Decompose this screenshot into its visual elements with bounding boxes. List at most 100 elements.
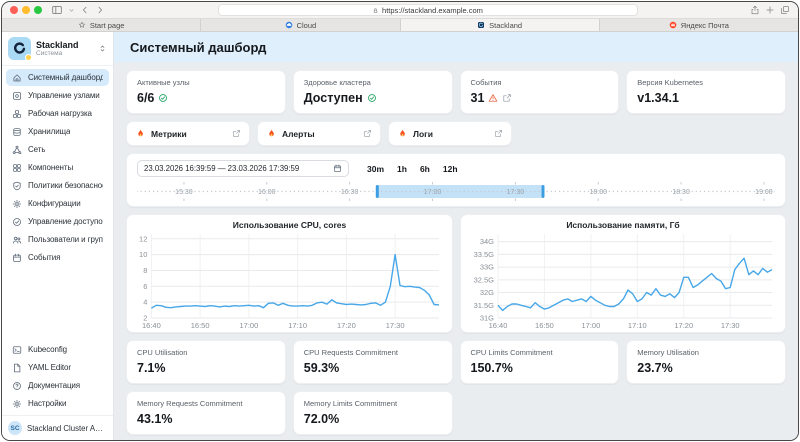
tab-label: Cloud xyxy=(297,21,317,30)
alerts-link-button[interactable]: Алерты xyxy=(257,121,381,146)
svg-text:17:10: 17:10 xyxy=(288,321,307,330)
preset-30m-button[interactable]: 30m xyxy=(367,164,384,174)
check-circle-icon xyxy=(158,93,168,103)
stat-value: 43.1% xyxy=(137,412,172,426)
time-presets: 30m 1h 6h 12h xyxy=(367,164,458,174)
sidebar-item-label: Рабочая нагрузка xyxy=(28,109,92,118)
lock-icon xyxy=(372,7,379,14)
user-name: Stackland Cluster Admini... xyxy=(27,424,107,433)
sidebar-item-label: Управление доступом xyxy=(28,217,103,226)
sidebar-footer-nav: Kubeconfig YAML Editor Документация Наст… xyxy=(2,338,113,415)
back-button[interactable] xyxy=(80,5,90,15)
cpu-usage-chart: Использование CPU, cores 16:4016:5017:00… xyxy=(126,214,453,333)
svg-text:17:00: 17:00 xyxy=(240,321,259,330)
stat-memory-limits-commitment: Memory Limits Commitment 72.0% xyxy=(293,391,453,435)
tab-stackland[interactable]: Stackland xyxy=(401,19,600,31)
stat-cluster-health: Здоровье кластера Доступен xyxy=(293,70,453,114)
sidebar-item-storage[interactable]: Хранилища xyxy=(6,123,109,140)
sidebar-item-yaml-editor[interactable]: YAML Editor xyxy=(6,359,109,376)
sidebar-item-label: Настройки xyxy=(28,399,66,408)
stat-value: Доступен xyxy=(304,91,363,105)
time-range-slider[interactable]: 15:3016:0016:3017:0017:3018:0018:3019:00 xyxy=(137,182,775,202)
tab-label: Start page xyxy=(90,21,125,30)
svg-text:17:30: 17:30 xyxy=(386,321,405,330)
avatar: SC xyxy=(8,421,22,435)
tab-cloud[interactable]: Cloud xyxy=(201,19,400,31)
warning-triangle-icon xyxy=(488,93,498,103)
external-link-icon[interactable] xyxy=(502,93,512,103)
sidebar-item-label: События xyxy=(28,253,60,262)
address-bar[interactable]: https://stackland.example.com xyxy=(218,4,638,16)
tab-yandex-mail[interactable]: Яндекс Почта xyxy=(600,19,798,31)
sidebar-item-events[interactable]: События xyxy=(6,249,109,266)
preset-12h-button[interactable]: 12h xyxy=(443,164,458,174)
sidebar-item-label: Сеть xyxy=(28,145,45,154)
nodes-icon xyxy=(12,91,22,101)
external-link-icon xyxy=(494,129,503,138)
share-button[interactable] xyxy=(750,5,760,15)
page-header: Системный дашборд xyxy=(114,32,798,62)
workspace-switcher[interactable]: Stackland Система xyxy=(2,32,113,66)
stat-value: 150.7% xyxy=(471,361,513,375)
sidebar-item-node-management[interactable]: Управление узлами xyxy=(6,87,109,104)
sidebar-item-users-groups[interactable]: Пользователи и группы xyxy=(6,231,109,248)
preset-6h-button[interactable]: 6h xyxy=(420,164,430,174)
minimize-window-button[interactable] xyxy=(22,6,30,14)
stat-value: 7.1% xyxy=(137,361,166,375)
stat-cpu-requests-commitment: CPU Requests Commitment 59.3% xyxy=(293,340,453,384)
svg-text:15:30: 15:30 xyxy=(175,189,193,196)
shield-icon xyxy=(12,181,22,191)
traffic-lights xyxy=(10,6,42,14)
stat-memory-requests-commitment: Memory Requests Commitment 43.1% xyxy=(126,391,286,435)
sidebar-item-workloads[interactable]: Рабочая нагрузка xyxy=(6,105,109,122)
preset-1h-button[interactable]: 1h xyxy=(397,164,407,174)
stackland-favicon xyxy=(477,21,485,29)
sidebar-item-configurations[interactable]: Конфигурации xyxy=(6,195,109,212)
memory-usage-chart: Использование памяти, Гб 16:4016:5017:00… xyxy=(460,214,786,333)
cloud-favicon xyxy=(285,21,293,29)
sidebar-item-label: Хранилища xyxy=(28,127,70,136)
calendar-icon[interactable] xyxy=(333,164,342,173)
sidebar-toggle-button[interactable] xyxy=(51,4,63,16)
sidebar-item-kubeconfig[interactable]: Kubeconfig xyxy=(6,341,109,358)
tab-strip: Start page Cloud Stackland Яндекс Почта xyxy=(2,19,798,32)
close-window-button[interactable] xyxy=(10,6,18,14)
sidebar-item-settings[interactable]: Настройки xyxy=(6,395,109,412)
metrics-link-button[interactable]: Метрики xyxy=(126,121,250,146)
stat-value: 72.0% xyxy=(304,412,339,426)
new-tab-button[interactable] xyxy=(765,5,775,15)
tab-start-page[interactable]: Start page xyxy=(2,19,201,31)
svg-text:16:50: 16:50 xyxy=(535,321,554,330)
user-menu[interactable]: SC Stackland Cluster Admini... xyxy=(2,415,113,440)
forward-button[interactable] xyxy=(95,5,105,15)
sidebar-item-system-dashboard[interactable]: Системный дашборд xyxy=(6,69,109,86)
stat-cpu-utilisation: CPU Utilisation 7.1% xyxy=(126,340,286,384)
stat-label: CPU Limits Commitment xyxy=(471,348,609,357)
fire-icon xyxy=(397,128,408,139)
sidebar-item-access-management[interactable]: Управление доступом xyxy=(6,213,109,230)
svg-text:18:30: 18:30 xyxy=(672,189,690,196)
sidebar-item-security-policies[interactable]: Политики безопасности xyxy=(6,177,109,194)
logo-badge xyxy=(25,54,32,61)
browser-toolbar: https://stackland.example.com xyxy=(2,2,798,19)
sidebar-item-label: Kubeconfig xyxy=(28,345,67,354)
logs-link-button[interactable]: Логи xyxy=(388,121,512,146)
sidebar-item-documentation[interactable]: Документация xyxy=(6,377,109,394)
sidebar-item-components[interactable]: Компоненты xyxy=(6,159,109,176)
sidebar-item-network[interactable]: Сеть xyxy=(6,141,109,158)
toolbar-chevron-down-icon[interactable] xyxy=(68,7,75,14)
dashboard-content: Активные узлы 6/6 Здоровье кластера Дост… xyxy=(114,62,798,440)
date-range-input[interactable]: 23.03.2026 16:39:59 — 23.03.2026 17:39:5… xyxy=(137,160,349,177)
gear-icon xyxy=(12,199,22,209)
stat-value: 6/6 xyxy=(137,91,154,105)
stat-value: 23.7% xyxy=(637,361,672,375)
svg-text:4: 4 xyxy=(143,298,147,307)
svg-text:33.5G: 33.5G xyxy=(474,250,495,259)
zoom-window-button[interactable] xyxy=(34,6,42,14)
chevron-updown-icon[interactable] xyxy=(98,44,107,53)
sidebar-item-label: Документация xyxy=(28,381,80,390)
tab-overview-button[interactable] xyxy=(780,5,790,15)
svg-text:19:00: 19:00 xyxy=(755,189,773,196)
sidebar-item-label: Управление узлами xyxy=(28,91,100,100)
svg-text:17:30: 17:30 xyxy=(721,321,740,330)
